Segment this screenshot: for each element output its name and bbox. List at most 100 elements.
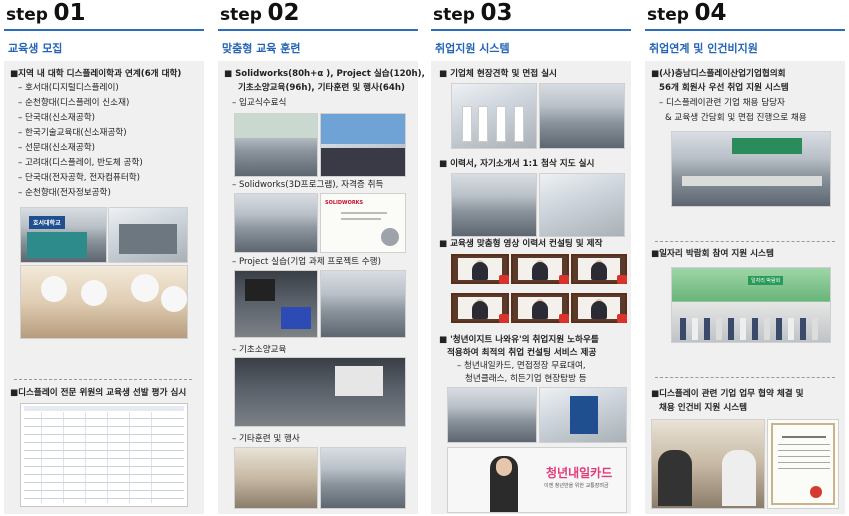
video-frame — [578, 297, 620, 319]
section-title: 취업연계 및 인건비지원 — [649, 42, 758, 55]
content-panel: ■ 기업체 현장견학 및 면접 실시 ■ 이력서, 자기소개서 1:1 첨삭 지… — [431, 61, 631, 514]
document-line — [782, 436, 826, 438]
seal-stamp — [810, 486, 822, 498]
table-row-line — [24, 498, 184, 499]
step-word: step — [433, 5, 475, 25]
lab-coat — [462, 106, 472, 142]
university-item: – 한국기술교육대(신소재공학) — [18, 128, 127, 138]
video-person — [591, 301, 607, 319]
video-resume-tile — [511, 293, 569, 323]
cleanroom-training-photo — [20, 265, 188, 339]
cap-shape — [131, 274, 159, 302]
video-person — [532, 301, 548, 319]
table-row-line — [24, 418, 184, 419]
projector-screen — [335, 366, 383, 396]
video-resume-tile — [511, 254, 569, 284]
step-03-column: step 03 취업지원 시스템 ■ 기업체 현장견학 및 면접 실시 ■ 이력… — [431, 0, 635, 516]
sub-solidworks: – Solidworks(3D프로그램), 자격증 취득 — [232, 180, 384, 190]
document-line — [778, 456, 830, 457]
certificate-line — [341, 218, 381, 220]
section-title: 맞춤형 교육 훈련 — [222, 42, 301, 55]
content-panel: ■ Solidworks(80h+α ), Project 실습(120h), … — [218, 61, 425, 514]
play-icon — [499, 275, 509, 284]
bullet-curriculum-line2: 기초소양교육(96h), 기타훈련 및 행사(64h) — [238, 83, 405, 93]
document-line — [778, 444, 830, 445]
document-line — [778, 462, 830, 463]
resume-coaching-photo-1 — [451, 173, 537, 237]
solidworks-class-photo — [234, 193, 318, 253]
university-item: – 고려대(디스플레이, 반도체 공학) — [18, 158, 143, 168]
step-heading: step 01 — [6, 0, 86, 26]
step-word: step — [220, 5, 262, 25]
banner-stand — [570, 396, 598, 434]
equipment-shape — [119, 224, 177, 254]
university-sign-photo: 호서대학교 — [20, 207, 107, 263]
youth-center-photo-2 — [539, 387, 627, 443]
ceremony-photo-2 — [320, 113, 406, 177]
step-word: step — [647, 5, 689, 25]
divider — [655, 241, 835, 242]
university-item: – 단국대(전자공학, 전자컴퓨터학) — [18, 173, 140, 183]
step-heading: step 04 — [647, 0, 727, 26]
person-shape — [716, 318, 722, 340]
heading-rule — [4, 29, 204, 31]
video-resume-tile — [451, 254, 509, 284]
certificate-brand: SOLIDWORKS — [325, 200, 364, 206]
table-row-line — [24, 474, 184, 475]
table-row-line — [24, 450, 184, 451]
content-panel: ■(사)충남디스플레이산업기업협의회 56개 회원사 우선 취업 지원 시스템 … — [645, 61, 845, 514]
play-icon — [617, 275, 627, 284]
table-row-line — [24, 442, 184, 443]
step-heading: step 03 — [433, 0, 513, 26]
person-shape — [692, 318, 698, 340]
table-row-line — [24, 426, 184, 427]
event-photo-2 — [320, 447, 406, 509]
university-item: – 호서대(디지털디스플레이) — [18, 83, 119, 93]
person-left — [658, 450, 692, 506]
person-shape — [704, 318, 710, 340]
university-item: – 단국대(신소재공학) — [18, 113, 95, 123]
table-row-line — [24, 458, 184, 459]
section-title: 교육생 모집 — [8, 42, 63, 55]
meeting-banner — [732, 138, 802, 154]
video-frame — [518, 258, 562, 280]
video-resume-tile — [571, 254, 627, 284]
document-line — [778, 468, 830, 469]
document-line — [778, 450, 830, 451]
bullet-association-line4: & 교육생 간담회 및 면접 진행으로 채용 — [665, 113, 807, 123]
device-shape — [245, 279, 275, 301]
heading-rule — [431, 29, 631, 31]
sub-ceremony: – 입교식수료식 — [232, 98, 287, 108]
cap-shape — [81, 280, 107, 306]
sub-project: – Project 실습(기업 과제 프로젝트 수행) — [232, 257, 381, 267]
board-shape — [281, 307, 311, 329]
table-row-line — [24, 490, 184, 491]
bullet-video-resume: ■ 교육생 맞춤형 영상 이력서 컨설팅 및 제작 — [439, 239, 603, 249]
person-shape — [788, 318, 794, 340]
bullet-curriculum-line1: ■ Solidworks(80h+α ), Project 실습(120h), — [224, 69, 425, 79]
bullet-selection-evaluation: ■디스플레이 전문 위원의 교육생 선발 평가 심시 — [10, 388, 187, 398]
divider — [655, 377, 835, 378]
person-shape — [812, 318, 818, 340]
bullet-youth-support-line4: 청년클래스, 히든기업 현장탐방 등 — [465, 374, 587, 384]
divider — [14, 379, 192, 380]
video-frame — [458, 258, 502, 280]
video-frame — [458, 297, 502, 319]
screen-strip — [321, 114, 405, 144]
banner-strip — [235, 114, 317, 138]
step-number: 01 — [53, 0, 86, 26]
person-shape — [776, 318, 782, 340]
solidworks-certificate-photo: SOLIDWORKS — [320, 193, 406, 253]
step-number: 04 — [694, 0, 727, 26]
university-item: – 순천향대(전자정보공학) — [18, 188, 111, 198]
video-person — [472, 301, 488, 319]
university-item: – 순천향대(디스플레이 신소재) — [18, 98, 130, 108]
table-row-line — [24, 482, 184, 483]
youth-card-title: 청년내일카드 — [546, 466, 613, 480]
video-frame — [518, 297, 562, 319]
resume-coaching-photo-2 — [539, 173, 625, 237]
bullet-site-visit: ■ 기업체 현장견학 및 면접 실시 — [439, 69, 557, 79]
mou-signing-photo — [651, 419, 765, 509]
youth-center-photo-1 — [447, 387, 537, 443]
table-row-line — [24, 434, 184, 435]
